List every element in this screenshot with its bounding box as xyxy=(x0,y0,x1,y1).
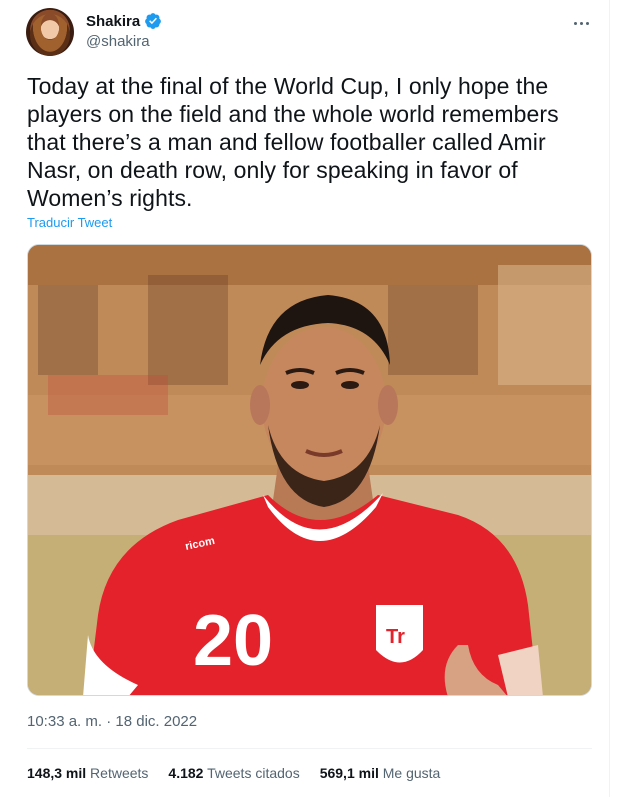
club-badge: Tr xyxy=(386,626,405,648)
verified-badge-icon xyxy=(145,13,162,29)
author-name[interactable]: Shakira xyxy=(86,13,140,30)
translate-tweet-link[interactable]: Traducir Tweet xyxy=(27,215,112,230)
likes-stat[interactable]: 569,1 mil Me gusta xyxy=(320,765,441,781)
shirt-number: 20 xyxy=(193,601,273,681)
retweets-stat[interactable]: 148,3 mil Retweets xyxy=(27,765,148,781)
tweet-photo[interactable]: ricom 20 Tr xyxy=(27,244,592,696)
author-handle[interactable]: @shakira xyxy=(86,33,162,50)
quotes-label: Tweets citados xyxy=(207,765,300,781)
tweet-text: Today at the final of the World Cup, I o… xyxy=(27,73,559,211)
avatar[interactable] xyxy=(26,8,74,56)
more-options-icon[interactable] xyxy=(566,14,596,32)
retweets-label: Retweets xyxy=(90,765,149,781)
tweet-container: Shakira @shakira Today at the final of t… xyxy=(0,0,610,797)
quote-tweets-stat[interactable]: 4.182 Tweets citados xyxy=(168,765,299,781)
author-name-row: Shakira xyxy=(86,11,162,31)
quotes-count: 4.182 xyxy=(168,765,204,781)
likes-count: 569,1 mil xyxy=(319,765,379,781)
divider xyxy=(27,748,592,749)
tweet-timestamp[interactable]: 10:33 a. m. · 18 dic. 2022 xyxy=(27,713,197,730)
retweets-count: 148,3 mil xyxy=(27,765,87,781)
photo-illustration: ricom 20 Tr xyxy=(28,245,591,695)
author-info: Shakira @shakira xyxy=(86,11,162,50)
likes-label: Me gusta xyxy=(382,765,441,781)
tweet-stats: 148,3 mil Retweets 4.182 Tweets citados … xyxy=(27,765,440,781)
